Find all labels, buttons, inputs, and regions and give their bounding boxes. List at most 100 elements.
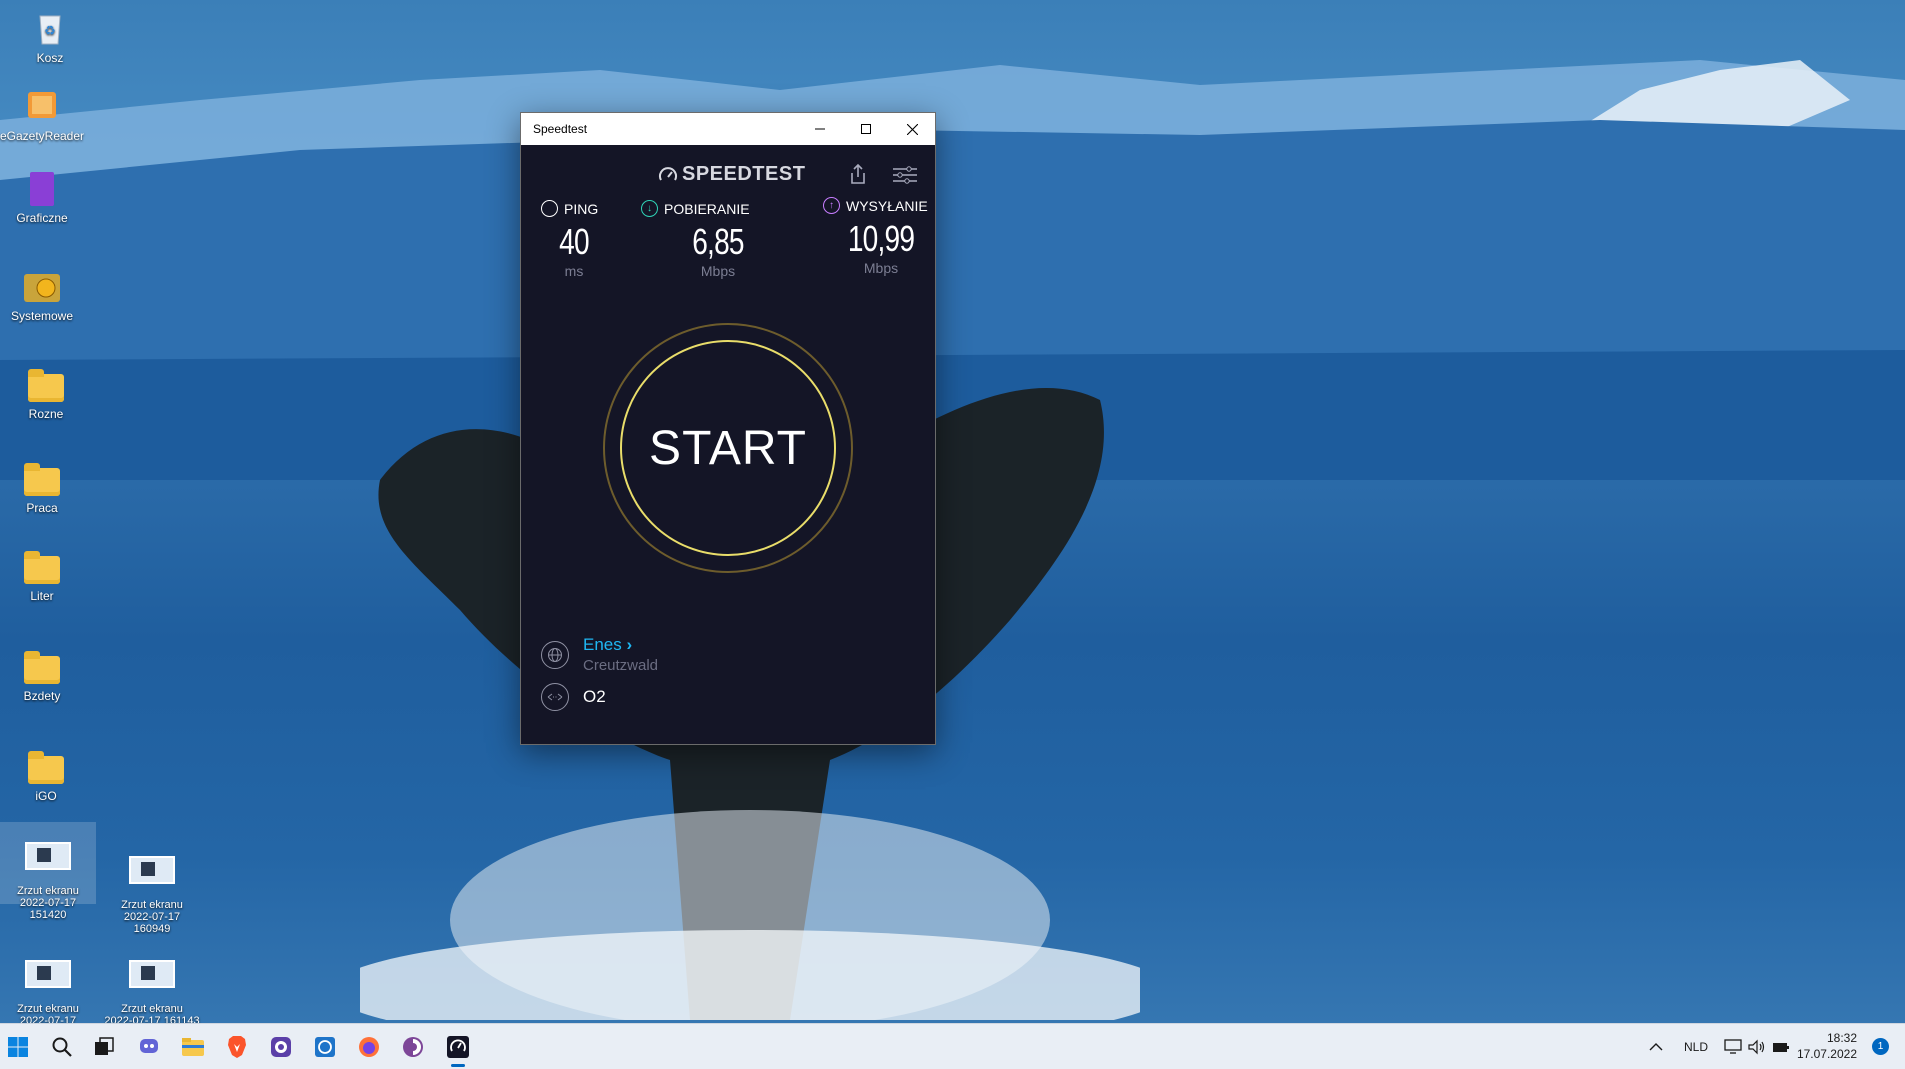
folder-icon [26,746,66,786]
speedtest-logo-text: SPEEDTEST [682,163,806,185]
tor-browser-button[interactable] [398,1032,428,1062]
settings-button[interactable] [893,166,917,189]
speedtest-app: SPEEDTEST PING 40 ms ↓ POBIERANIE 6,85 M… [521,145,935,744]
chevron-right-icon: › [626,635,633,654]
close-icon [906,123,918,135]
desktop-icon-label: Bzdety [23,689,61,703]
ping-label: PING [564,200,599,217]
server-row[interactable]: Enes › Creutzwald [541,635,658,674]
brave-button[interactable] [222,1032,252,1062]
share-button[interactable] [849,163,867,190]
desktop-icon-liter[interactable]: Liter [0,546,88,603]
image-file-icon [25,960,71,988]
image-file-icon [25,842,71,870]
speedtest-icon [447,1036,469,1058]
speedtest-logo: SPEEDTEST [658,163,805,186]
github-desktop-icon [271,1037,291,1057]
folder-icon [22,546,62,586]
app-button[interactable] [310,1032,340,1062]
desktop-icon-systemowe[interactable]: Systemowe [0,266,88,323]
server-name-link[interactable]: Enes [583,635,622,654]
carrier-row: O2 [541,683,606,711]
folder-system-icon [22,266,62,306]
battery-icon[interactable] [1772,1024,1790,1069]
maximize-button[interactable] [843,113,889,145]
svg-text:♻: ♻ [44,23,56,38]
ping-value: 40 [559,221,589,262]
desktop-icon-graficzne[interactable]: Graficzne [0,168,88,225]
download-value: 6,85 [692,221,744,262]
language-indicator[interactable]: NLD [1684,1024,1708,1069]
speedtest-taskbar-button[interactable] [443,1032,473,1067]
desktop-icon-label: Kosz [36,51,64,65]
start-icon [8,1037,28,1057]
upload-metric: ↑ WYSYŁANIE 10,99 Mbps [823,197,933,276]
search-icon [52,1037,72,1057]
desktop-icon-screenshot-1[interactable]: Zrzut ekranu 2022-07-17 151420 [0,822,96,921]
speedometer-icon [659,166,677,180]
desktop-icon-egazetyreader[interactable]: eGazetyReader [0,86,88,143]
taskbar: NLD 18:32 17.07.2022 1 [0,1023,1905,1069]
desktop-icon-rozne[interactable]: Rozne [0,364,92,421]
firefox-icon [359,1037,379,1057]
download-metric: ↓ POBIERANIE 6,85 Mbps [641,200,759,279]
window-titlebar[interactable]: Speedtest [521,113,935,145]
desktop-icon-label: Zrzut ekranu 2022-07-17 160949 [121,899,183,935]
chevron-up-icon [1649,1042,1663,1050]
desktop-icon-igo[interactable]: iGO [0,746,92,803]
start-button-area: START [603,323,853,573]
start-menu-button[interactable] [3,1032,33,1062]
task-view-button[interactable] [89,1032,119,1062]
ping-metric: PING 40 ms [541,200,607,279]
desktop-icon-recycle-bin[interactable]: ♻ Kosz [4,8,96,65]
desktop-icon-label: eGazetyReader [0,129,85,143]
desktop-icon-praca[interactable]: Praca [0,458,88,515]
image-file-icon [129,960,175,988]
start-button[interactable]: START [620,340,836,556]
desktop-icon-label: Rozne [28,407,64,421]
brave-icon [228,1036,246,1058]
clock-date: 17.07.2022 [1796,1047,1857,1061]
network-icon[interactable] [1724,1024,1742,1069]
desktop-icon-label: Graficzne [16,211,68,225]
desktop-icon-label: Praca [26,501,58,515]
tor-icon [403,1037,423,1057]
desktop-icon-label: Zrzut ekranu 2022-07-17 151420 [17,885,79,921]
folder-purple-icon [22,168,62,208]
firefox-button[interactable] [354,1032,384,1062]
desktop-icon-bzdety[interactable]: Bzdety [0,646,88,703]
image-file-icon [129,856,175,884]
upload-arrow-icon: ↑ [823,197,840,214]
ping-unit: ms [564,263,584,279]
minimize-icon [815,128,825,130]
clock-time: 18:32 [1826,1031,1857,1045]
notification-badge[interactable]: 1 [1872,1038,1889,1055]
upload-value: 10,99 [847,218,915,259]
desktop-icon-label: Liter [30,589,54,603]
github-desktop-button[interactable] [266,1032,296,1062]
folder-icon [22,646,62,686]
file-explorer-button[interactable] [178,1032,208,1062]
connection-icon [541,683,569,711]
chat-button[interactable] [134,1032,164,1062]
settings-sliders-icon [893,166,917,184]
download-arrow-icon: ↓ [641,200,658,217]
start-button-label: START [649,421,807,475]
speedtest-window: Speedtest SPEEDTEST PING 40 ms ↓ POBIERA… [520,112,936,745]
search-button[interactable] [47,1032,77,1062]
folder-icon [26,364,66,404]
folder-icon [22,458,62,498]
window-title: Speedtest [533,122,588,136]
upload-label: WYSYŁANIE [846,197,928,214]
upload-unit: Mbps [863,260,899,276]
close-button[interactable] [889,113,935,145]
desktop-icon-screenshot-2[interactable]: Zrzut ekranu 2022-07-17 160949 [104,836,200,947]
volume-icon[interactable] [1748,1024,1766,1069]
system-clock[interactable]: 18:32 17.07.2022 [1797,1030,1857,1062]
desktop-icon-label: Systemowe [10,309,74,323]
ping-icon [541,200,558,217]
minimize-button[interactable] [797,113,843,145]
task-view-icon [95,1037,114,1055]
show-hidden-icons-button[interactable] [1649,1024,1663,1069]
share-icon [851,163,865,184]
